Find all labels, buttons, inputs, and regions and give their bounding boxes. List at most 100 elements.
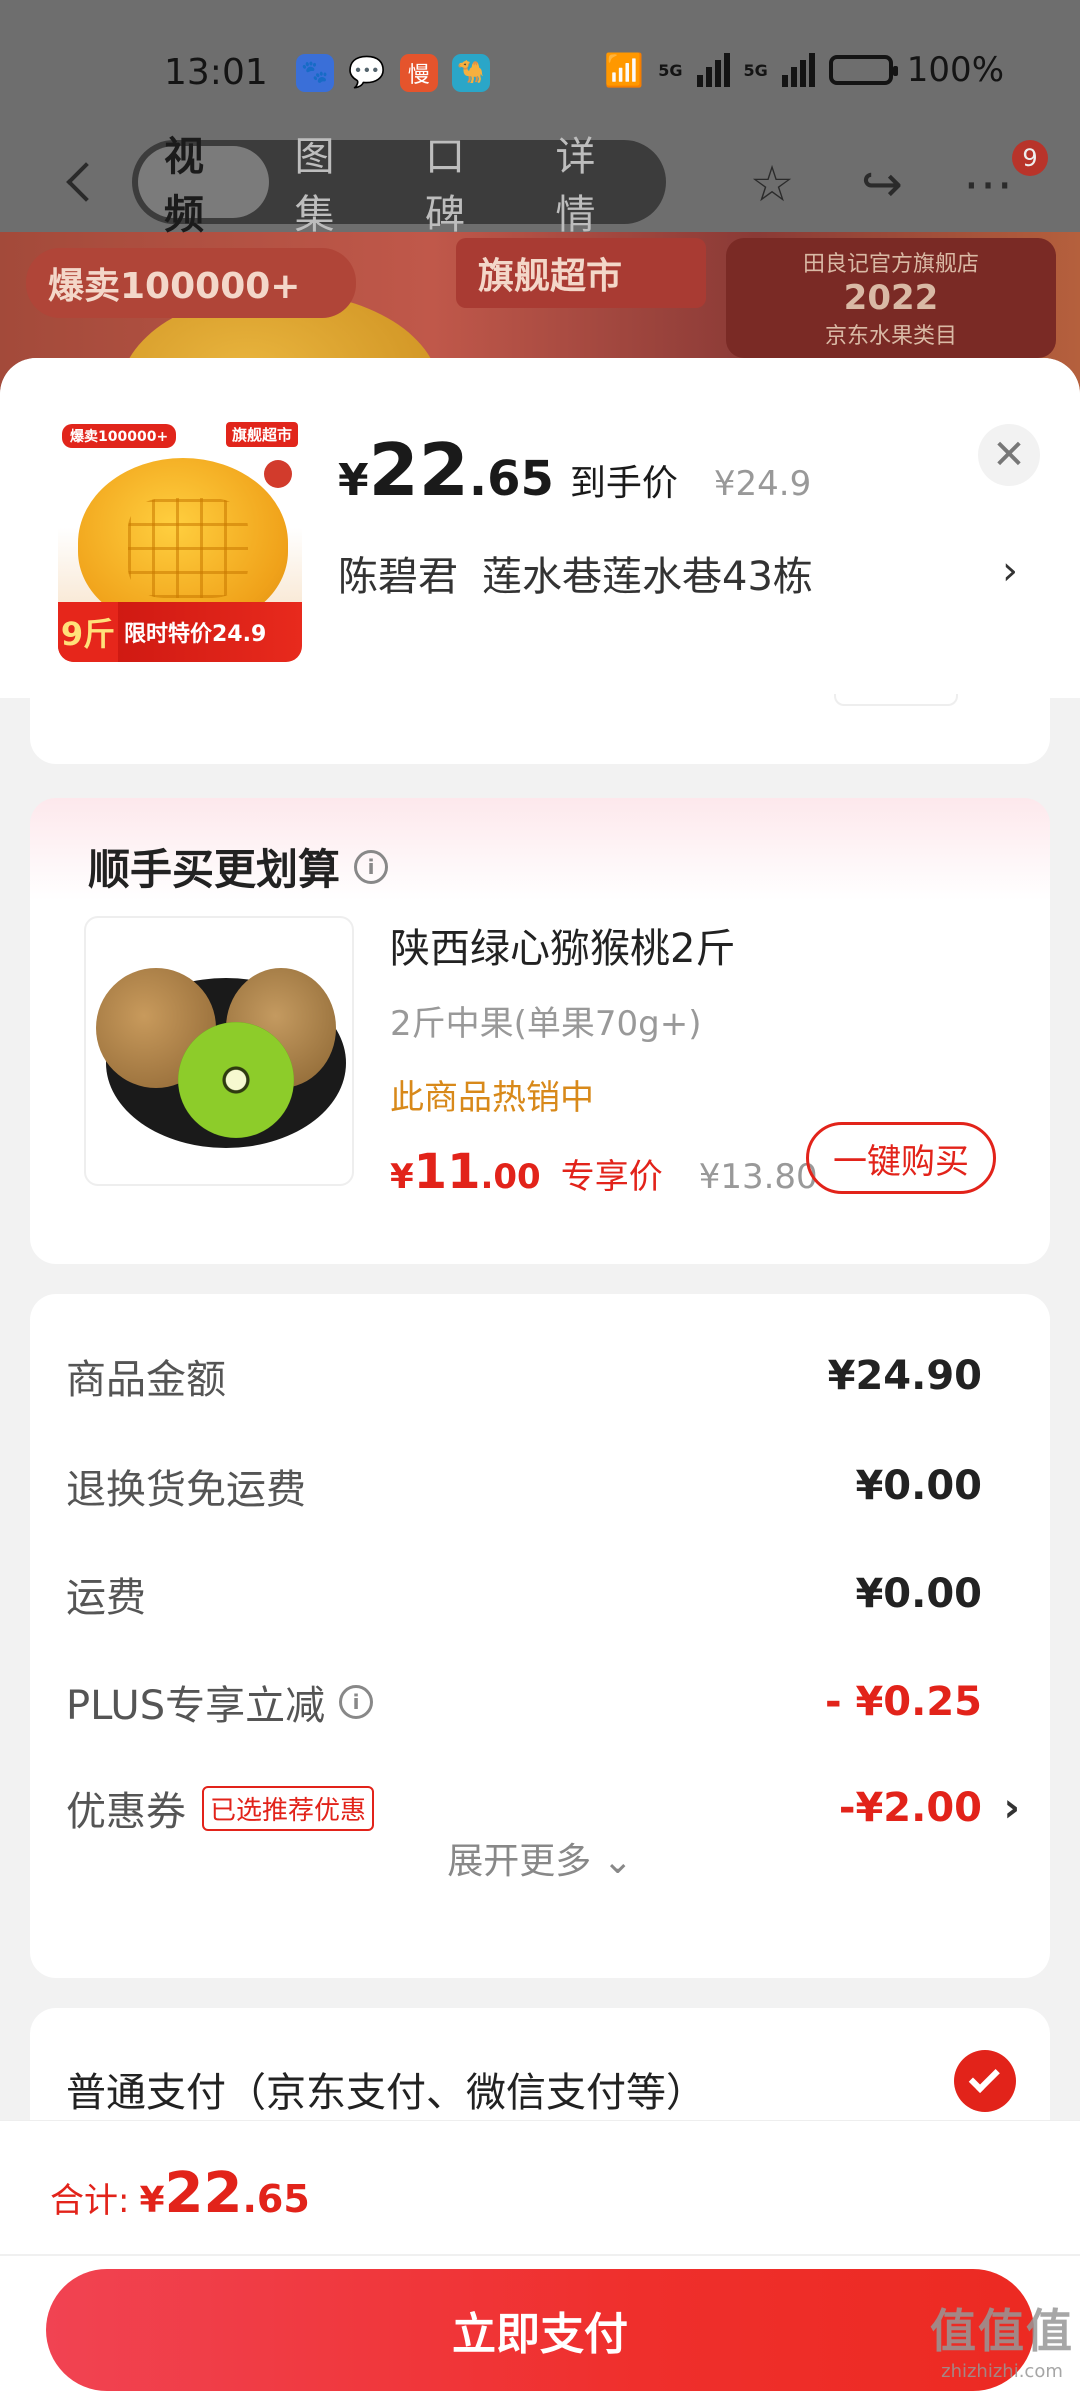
banner-sales-tag: 爆卖100000+ — [26, 248, 356, 318]
sheet-header: 爆卖100000+ 旗舰超市 9斤 限时特价24.9 ¥ 22 .65 到手价 … — [0, 358, 1080, 698]
camel-icon: 🐪 — [451, 53, 490, 92]
watermark-sub: zhizhizhi.com — [941, 2361, 1063, 2382]
thumb-promo-bar: 9斤 限时特价24.9 — [58, 602, 302, 662]
addon-recommendation-card: 顺手买更划算 i 陕西绿心猕猴桃2斤 2斤中果(单果70g+) 此商品热销中 ¥… — [30, 798, 1050, 1264]
summary-row-plus-discount: PLUS专享立减 i - ¥0.25 — [66, 1666, 1018, 1738]
one-click-buy-button[interactable]: 一键购买 — [806, 1122, 996, 1194]
addon-hot-label: 此商品热销中 — [390, 1078, 594, 1118]
chevron-right-icon: › — [1002, 548, 1018, 594]
quantity-card-partial — [30, 694, 1050, 764]
total-currency: ¥ — [139, 2180, 165, 2221]
recipient-name: 陈碧君 — [338, 554, 458, 600]
award-line2: 京东水果类目 — [824, 324, 957, 349]
price-currency: ¥ — [338, 455, 369, 506]
wechat-icon: 💬 — [348, 55, 386, 90]
tab-details[interactable]: 详情 — [530, 134, 661, 238]
payment-method-label[interactable]: 普通支付（京东支付、微信支付等） — [66, 2060, 706, 2118]
addon-title: 顺手买更划算 i — [88, 836, 389, 897]
coupon-badge: 已选推荐优惠 — [202, 1785, 375, 1831]
chevron-right-icon: › — [1003, 1785, 1020, 1831]
addon-price-currency: ¥ — [390, 1157, 414, 1197]
addon-price-label: 专享价 — [560, 1157, 663, 1197]
signal-icon-2 — [781, 53, 815, 87]
favorite-star-icon[interactable]: ☆ — [742, 154, 802, 214]
banner-award-tag: 田良记官方旗舰店 2022 京东水果类目 — [726, 238, 1056, 358]
final-price: ¥ 22 .65 到手价 ¥24.9 — [338, 428, 811, 512]
share-icon[interactable]: ↪ — [852, 154, 912, 214]
summary-row-return-shipping: 退换货免运费 ¥0.00 — [66, 1450, 1018, 1522]
status-bar: 13:01 🐾 💬 慢 🐪 📶 5G 5G 100% — [0, 0, 1080, 145]
network-label-2: 5G — [743, 60, 768, 80]
check-icon[interactable] — [954, 2050, 1016, 2112]
summary-value: ¥24.90 — [827, 1353, 982, 1399]
product-thumbnail: 爆卖100000+ 旗舰超市 9斤 限时特价24.9 — [58, 418, 302, 662]
award-year: 2022 — [843, 278, 939, 318]
info-icon[interactable]: i — [339, 1685, 374, 1719]
addon-spec: 2斤中果(单果70g+) — [390, 1004, 702, 1044]
back-icon[interactable] — [56, 152, 116, 212]
addon-price-decimal: .00 — [480, 1157, 541, 1197]
summary-value: - ¥0.25 — [824, 1679, 982, 1725]
battery-level: 100% — [906, 50, 1004, 90]
baidu-icon: 🐾 — [295, 53, 334, 92]
quality-seal-icon — [264, 460, 292, 488]
watermark: 值值值 zhizhizhi.com — [930, 2295, 1074, 2382]
close-icon[interactable]: ✕ — [978, 424, 1040, 486]
watermark-main: 值值值 — [930, 2304, 1074, 2358]
addon-product-name[interactable]: 陕西绿心猕猴桃2斤 — [390, 916, 735, 974]
more-icon[interactable]: ⋯ — [958, 154, 1018, 214]
top-nav-bar: 视频 图集 口碑 详情 ☆ ↪ ⋯ 9 — [0, 134, 1080, 238]
total-decimal: .65 — [242, 2177, 310, 2221]
total-amount: 合计: ¥ 22 .65 — [50, 2161, 310, 2226]
summary-label: 优惠券 — [66, 1789, 186, 1835]
summary-value: ¥0.00 — [855, 1463, 982, 1509]
expand-more-button[interactable]: 展开更多 ⌄ — [30, 1832, 1050, 1884]
man-icon: 慢 — [399, 53, 438, 92]
pay-now-button[interactable]: 立即支付 — [46, 2269, 1034, 2391]
price-summary-card: 商品金额 ¥24.90 退换货免运费 ¥0.00 运费 ¥0.00 PLUS专享… — [30, 1294, 1050, 1978]
summary-value: -¥2.00 — [838, 1785, 982, 1831]
status-right-group: 📶 5G 5G 100% — [604, 50, 1004, 90]
price-decimal: .65 — [468, 451, 554, 507]
background-product-page: 爆卖100000+ 旗舰超市 田良记官方旗舰店 2022 京东水果类目 13:0… — [0, 0, 1080, 420]
summary-label: PLUS专享立减 — [66, 1683, 326, 1729]
addon-title-text: 顺手买更划算 — [88, 845, 341, 894]
summary-label: 运费 — [66, 1575, 146, 1621]
divider — [0, 2254, 1080, 2256]
info-icon[interactable]: i — [354, 849, 389, 884]
banner-flagship-tag: 旗舰超市 — [456, 238, 706, 308]
summary-value: ¥0.00 — [855, 1571, 982, 1617]
addon-price: ¥ 11 .00 专享价 ¥13.80 — [390, 1144, 818, 1200]
wifi-icon: 📶 — [604, 51, 645, 89]
battery-icon — [828, 55, 898, 85]
summary-label: 商品金额 — [66, 1357, 226, 1403]
network-label-1: 5G — [658, 60, 683, 80]
tab-reviews[interactable]: 口碑 — [399, 134, 530, 238]
tab-video[interactable]: 视频 — [138, 134, 269, 238]
summary-row-goods: 商品金额 ¥24.90 — [66, 1340, 1018, 1412]
notification-badge: 9 — [1012, 140, 1048, 176]
total-label: 合计: — [50, 2181, 130, 2221]
price-label: 到手价 — [569, 463, 678, 504]
kiwi-thumbnail[interactable] — [84, 916, 354, 1186]
addon-original-price: ¥13.80 — [698, 1157, 818, 1197]
thumb-sales-tag: 爆卖100000+ — [62, 424, 177, 448]
signal-icon-1 — [696, 53, 730, 87]
price-integer: 22 — [368, 428, 469, 512]
delivery-address[interactable]: 陈碧君 莲水巷莲水巷43栋 › — [338, 544, 1018, 602]
status-time: 13:01 — [164, 52, 268, 93]
nav-tabs: 视频 图集 口碑 详情 — [132, 134, 666, 238]
addon-price-integer: 11 — [413, 1144, 481, 1200]
tab-gallery[interactable]: 图集 — [269, 134, 400, 238]
summary-label: 退换货免运费 — [66, 1467, 306, 1513]
checkout-footer: 合计: ¥ 22 .65 立即支付 值值值 zhizhizhi.com — [0, 2120, 1080, 2400]
thumb-promo-text: 限时特价24.9 — [124, 622, 267, 647]
checkout-sheet: 爆卖100000+ 旗舰超市 9斤 限时特价24.9 ¥ 22 .65 到手价 … — [0, 358, 1080, 2400]
thumb-weight: 9斤 — [58, 602, 118, 662]
thumb-flagship-tag: 旗舰超市 — [225, 422, 298, 447]
summary-row-shipping: 运费 ¥0.00 — [66, 1558, 1018, 1630]
kiwi-image — [178, 1022, 294, 1138]
address-detail: 莲水巷莲水巷43栋 — [482, 554, 813, 600]
quantity-stepper[interactable] — [834, 694, 958, 706]
total-integer: 22 — [164, 2161, 243, 2226]
